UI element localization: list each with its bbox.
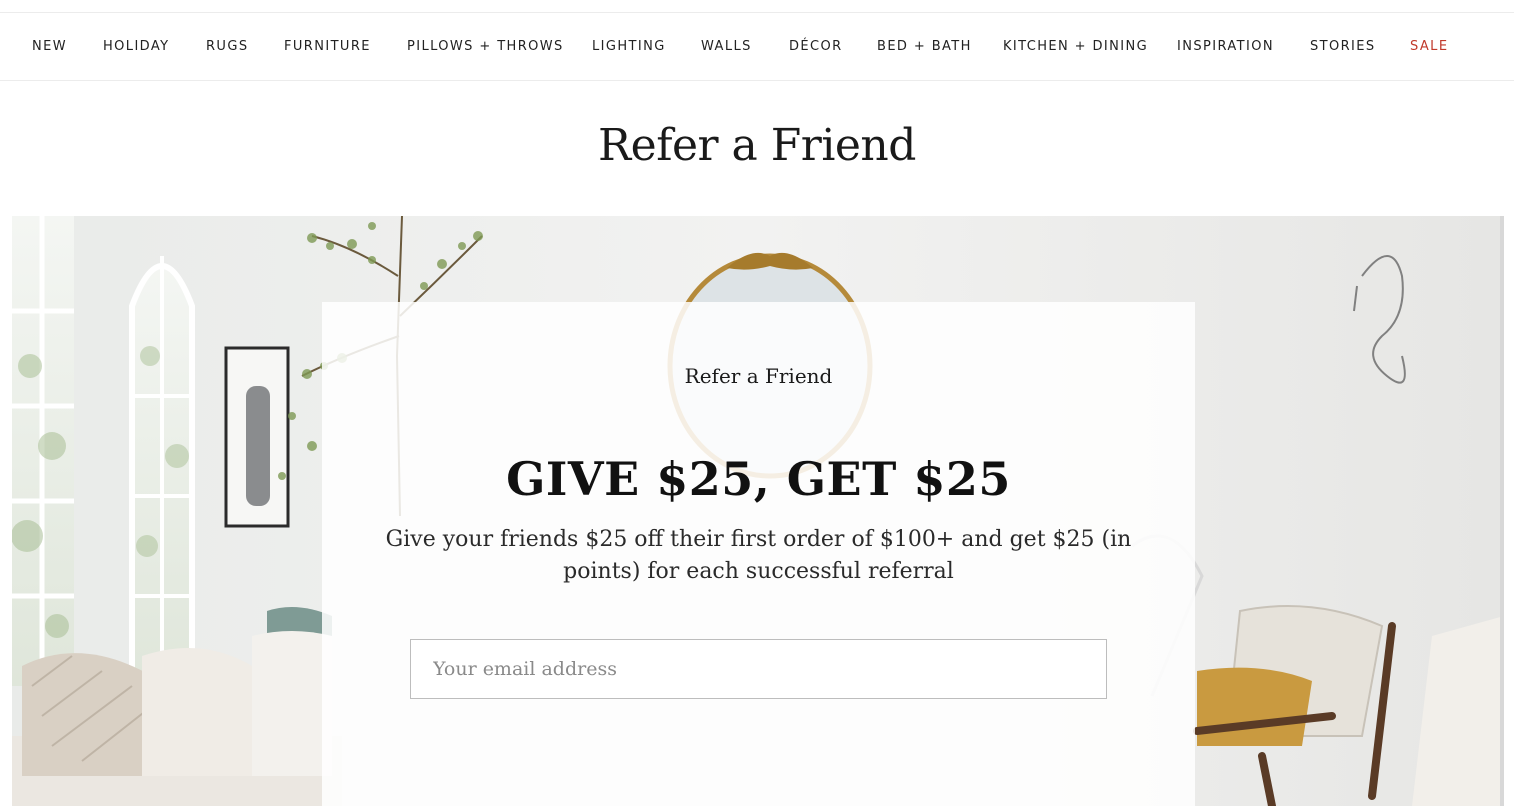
referral-offer-description: Give your friends $25 off their first or… <box>385 527 1132 584</box>
nav-item-holiday[interactable]: HOLIDAY <box>103 39 170 54</box>
nav-item-pillows-throws[interactable]: PILLOWS + THROWS <box>407 39 564 54</box>
nav-item-walls[interactable]: WALLS <box>701 39 752 54</box>
referral-card: Refer a Friend GIVE $25, GET $25 Give yo… <box>322 302 1195 806</box>
hero-banner: Refer a Friend GIVE $25, GET $25 Give yo… <box>12 216 1504 806</box>
referral-card-eyebrow: Refer a Friend <box>684 364 833 388</box>
nav-item-rugs[interactable]: RUGS <box>206 39 248 54</box>
nav-item-inspiration[interactable]: INSPIRATION <box>1177 39 1274 54</box>
nav-item-new[interactable]: NEW <box>32 39 67 54</box>
nav-item-decor[interactable]: DÉCOR <box>789 39 843 54</box>
nav-item-bed-bath[interactable]: BED + BATH <box>877 39 972 54</box>
nav-item-furniture[interactable]: FURNITURE <box>284 39 371 54</box>
main-navigation: NEW HOLIDAY RUGS FURNITURE PILLOWS + THR… <box>0 13 1514 81</box>
nav-item-kitchen-dining[interactable]: KITCHEN + DINING <box>1003 39 1148 54</box>
page-title: Refer a Friend <box>598 120 916 171</box>
referral-offer-headline: GIVE $25, GET $25 <box>506 452 1011 506</box>
email-field[interactable] <box>410 639 1107 699</box>
nav-item-lighting[interactable]: LIGHTING <box>592 39 666 54</box>
nav-item-stories[interactable]: STORIES <box>1310 39 1376 54</box>
nav-item-sale[interactable]: SALE <box>1410 39 1448 54</box>
